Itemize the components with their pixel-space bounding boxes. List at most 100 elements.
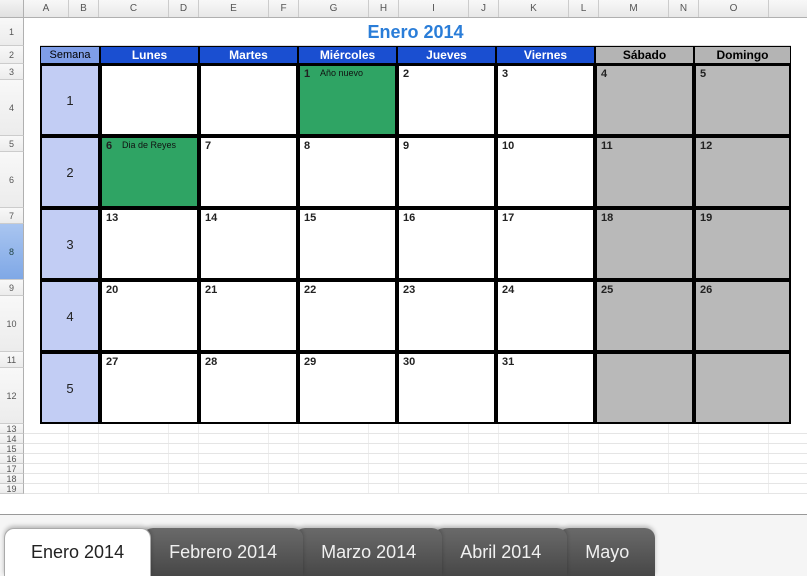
week-number-cell[interactable]: 2 (40, 136, 100, 208)
day-cell[interactable]: 23 (397, 280, 496, 352)
day-cell[interactable]: 4 (595, 64, 694, 136)
day-cell[interactable] (694, 352, 791, 424)
day-number: 4 (601, 68, 607, 80)
col-header-K[interactable]: K (499, 0, 569, 17)
day-cell[interactable]: 13 (100, 208, 199, 280)
col-header-O[interactable]: O (699, 0, 769, 17)
row-header-4[interactable]: 4 (0, 80, 24, 136)
sheet-tab[interactable]: Marzo 2014 (295, 528, 442, 576)
row-header-2[interactable]: 2 (0, 46, 24, 64)
week-number-cell[interactable]: 4 (40, 280, 100, 352)
day-cell[interactable]: 10 (496, 136, 595, 208)
day-cell[interactable]: 24 (496, 280, 595, 352)
row-header-5[interactable]: 5 (0, 136, 24, 152)
day-cell[interactable] (595, 352, 694, 424)
row-header-8[interactable]: 8 (0, 224, 24, 280)
day-header-mon: Lunes (100, 46, 199, 64)
col-header-N[interactable]: N (669, 0, 699, 17)
day-number: 5 (700, 68, 706, 80)
day-cell[interactable]: 21 (199, 280, 298, 352)
sheet-tab[interactable]: Abril 2014 (434, 528, 567, 576)
row-header-18[interactable]: 18 (0, 474, 24, 484)
col-header-H[interactable]: H (369, 0, 399, 17)
col-header-C[interactable]: C (99, 0, 169, 17)
row-header-9[interactable]: 9 (0, 280, 24, 296)
day-number: 29 (304, 356, 316, 368)
col-header-J[interactable]: J (469, 0, 499, 17)
day-number: 14 (205, 212, 217, 224)
row-header-7[interactable]: 7 (0, 208, 24, 224)
day-cell[interactable]: 26 (694, 280, 791, 352)
day-number: 21 (205, 284, 217, 296)
day-cell[interactable]: 19 (694, 208, 791, 280)
day-cell[interactable]: 9 (397, 136, 496, 208)
day-cell[interactable]: 7 (199, 136, 298, 208)
col-header-A[interactable]: A (24, 0, 69, 17)
day-number: 28 (205, 356, 217, 368)
day-cell[interactable]: 1Año nuevo (298, 64, 397, 136)
day-number: 25 (601, 284, 613, 296)
sheet-tab[interactable]: Mayo (559, 528, 655, 576)
day-cell[interactable]: 6Dia de Reyes (100, 136, 199, 208)
day-number: 9 (403, 140, 409, 152)
day-cell[interactable]: 11 (595, 136, 694, 208)
day-cell[interactable]: 31 (496, 352, 595, 424)
week-row: 313 14 1516171819 (40, 208, 791, 280)
day-cell[interactable]: 28 (199, 352, 298, 424)
day-cell[interactable]: 25 (595, 280, 694, 352)
day-cell[interactable] (100, 64, 199, 136)
day-number: 31 (502, 356, 514, 368)
row-header-13[interactable]: 13 (0, 424, 24, 434)
day-cell[interactable]: 5 (694, 64, 791, 136)
row-header-3[interactable]: 3 (0, 64, 24, 80)
row-header-17[interactable]: 17 (0, 464, 24, 474)
day-number: 8 (304, 140, 310, 152)
col-header-B[interactable]: B (69, 0, 99, 17)
day-number: 23 (403, 284, 415, 296)
col-header-I[interactable]: I (399, 0, 469, 17)
calendar-title: Enero 2014 (40, 18, 791, 46)
col-header-D[interactable]: D (169, 0, 199, 17)
day-cell[interactable]: 30 (397, 352, 496, 424)
row-header-10[interactable]: 10 (0, 296, 24, 352)
day-cell[interactable]: 3 (496, 64, 595, 136)
day-cell[interactable]: 2 (397, 64, 496, 136)
day-cell[interactable]: 29 (298, 352, 397, 424)
row-header-16[interactable]: 16 (0, 454, 24, 464)
day-cell[interactable]: 14 (199, 208, 298, 280)
col-header-L[interactable]: L (569, 0, 599, 17)
row-header-14[interactable]: 14 (0, 434, 24, 444)
day-cell[interactable]: 12 (694, 136, 791, 208)
day-cell[interactable]: 8 (298, 136, 397, 208)
week-number-cell[interactable]: 3 (40, 208, 100, 280)
day-cell[interactable]: 18 (595, 208, 694, 280)
week-number-cell[interactable]: 1 (40, 64, 100, 136)
week-number-cell[interactable]: 5 (40, 352, 100, 424)
col-header-G[interactable]: G (299, 0, 369, 17)
day-number: 2 (403, 68, 409, 80)
row-header-11[interactable]: 11 (0, 352, 24, 368)
row-header-12[interactable]: 12 (0, 368, 24, 424)
day-cell[interactable]: 20 (100, 280, 199, 352)
grid[interactable]: Enero 2014 Semana Lunes Martes Miércoles… (24, 18, 807, 494)
col-header-F[interactable]: F (269, 0, 299, 17)
sheet-tab[interactable]: Febrero 2014 (143, 528, 303, 576)
col-header-E[interactable]: E (199, 0, 269, 17)
week-header: Semana (40, 46, 100, 64)
day-header-wed: Miércoles (298, 46, 397, 64)
column-headers: ABCDEFGHIJKLMNO (0, 0, 807, 18)
day-cell[interactable] (199, 64, 298, 136)
day-cell[interactable]: 27 (100, 352, 199, 424)
day-cell[interactable]: 22 (298, 280, 397, 352)
row-header-6[interactable]: 6 (0, 152, 24, 208)
row-header-19[interactable]: 19 (0, 484, 24, 494)
day-cell[interactable]: 17 (496, 208, 595, 280)
day-cell[interactable]: 16 (397, 208, 496, 280)
select-all-corner[interactable] (0, 0, 24, 17)
day-header-sat: Sábado (595, 46, 694, 64)
sheet-tab[interactable]: Enero 2014 (4, 528, 151, 576)
row-header-1[interactable]: 1 (0, 18, 24, 46)
day-cell[interactable]: 15 (298, 208, 397, 280)
row-header-15[interactable]: 15 (0, 444, 24, 454)
col-header-M[interactable]: M (599, 0, 669, 17)
